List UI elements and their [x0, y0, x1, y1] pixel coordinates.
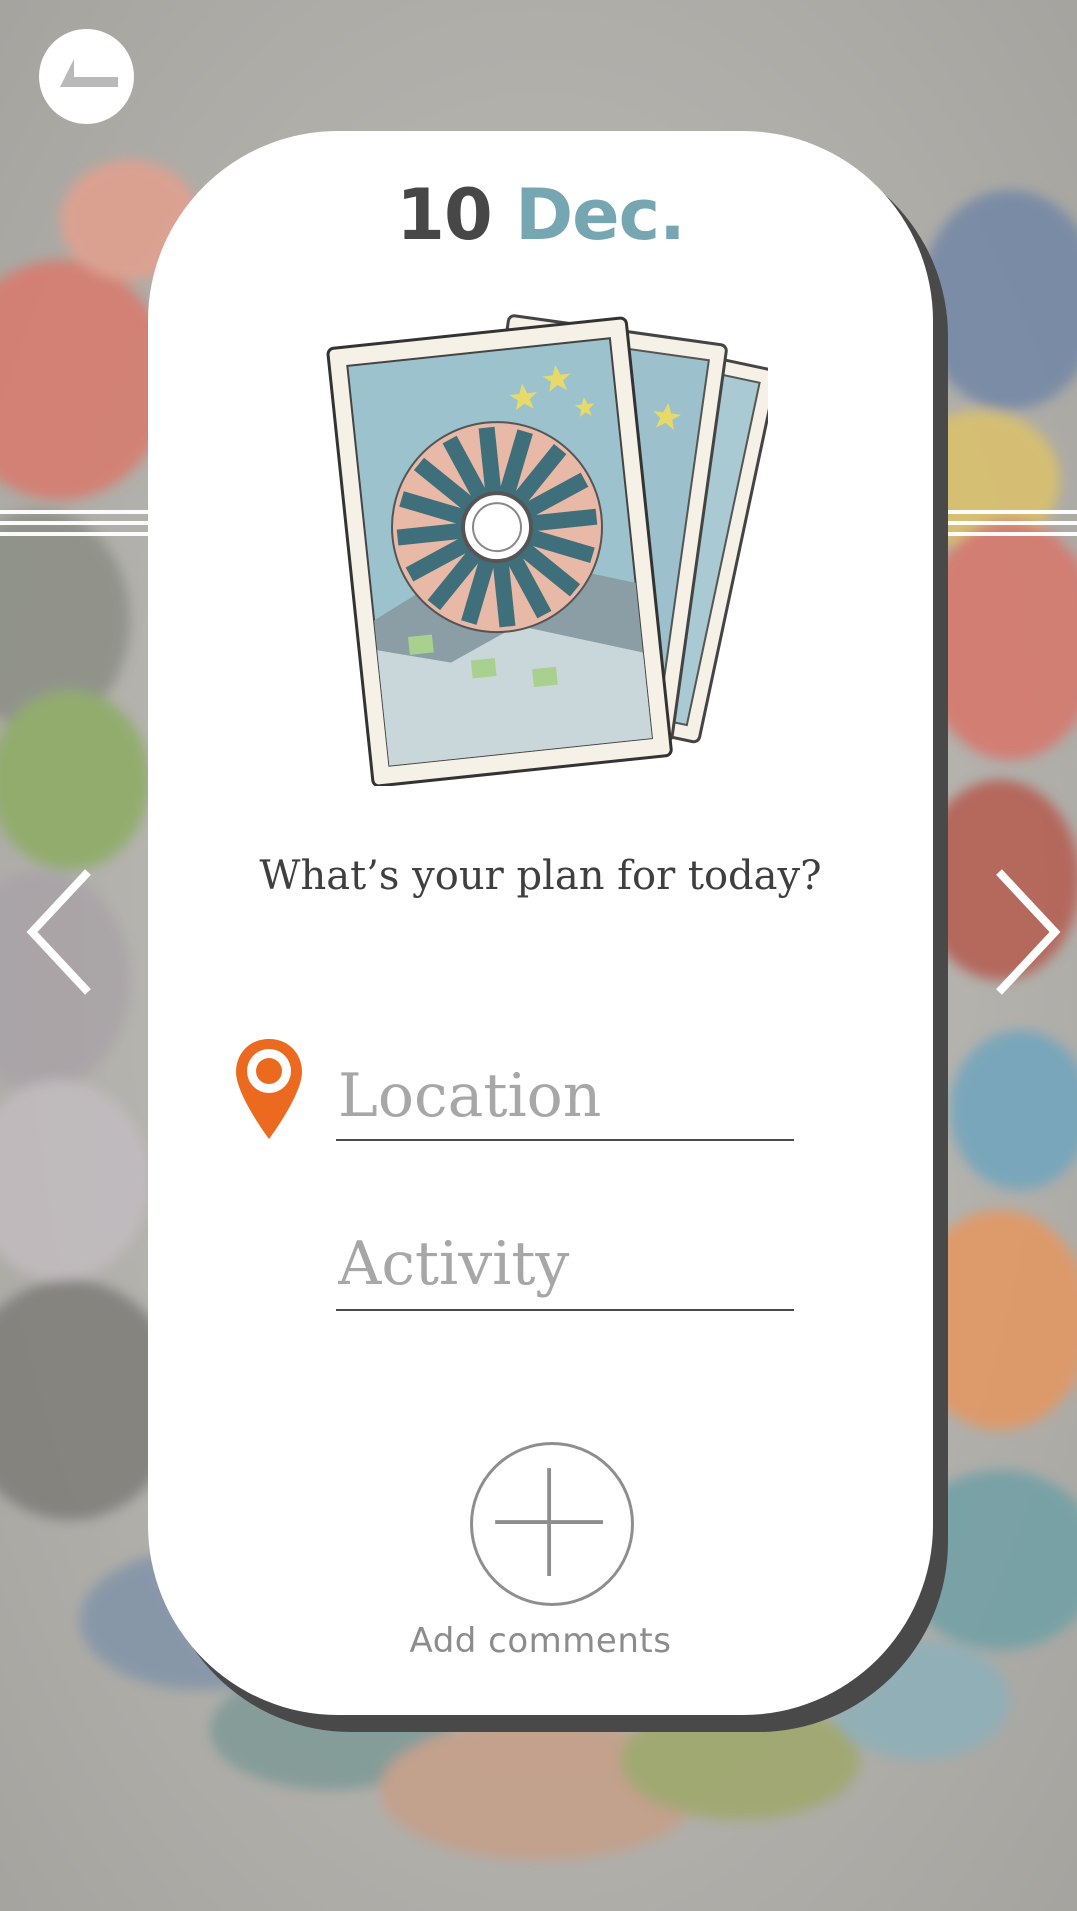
- tarot-cards-illustration: [308, 276, 768, 786]
- decorative-rail-left: [0, 510, 148, 540]
- back-button[interactable]: [39, 29, 134, 124]
- map-pin-icon: [234, 1037, 304, 1141]
- decorative-rail-right: [948, 510, 1077, 540]
- plan-card: 10 Dec. What’s your plan for today? Loca…: [148, 131, 933, 1715]
- date-month: Dec.: [515, 174, 686, 256]
- back-arrow-icon: [52, 55, 122, 99]
- date-day: 10: [396, 174, 492, 256]
- activity-input[interactable]: [336, 1225, 794, 1311]
- plan-prompt: What’s your plan for today?: [259, 853, 822, 899]
- previous-day-button[interactable]: [22, 862, 102, 1002]
- chevron-right-icon: [985, 862, 1065, 1002]
- next-day-button[interactable]: [985, 862, 1065, 1002]
- add-comments-button[interactable]: [470, 1442, 634, 1606]
- chevron-left-icon: [22, 862, 102, 1002]
- location-input[interactable]: [336, 1059, 794, 1141]
- plus-icon: [473, 1445, 631, 1603]
- add-comments-label[interactable]: Add comments: [148, 1621, 933, 1661]
- date-heading: 10 Dec.: [148, 174, 933, 256]
